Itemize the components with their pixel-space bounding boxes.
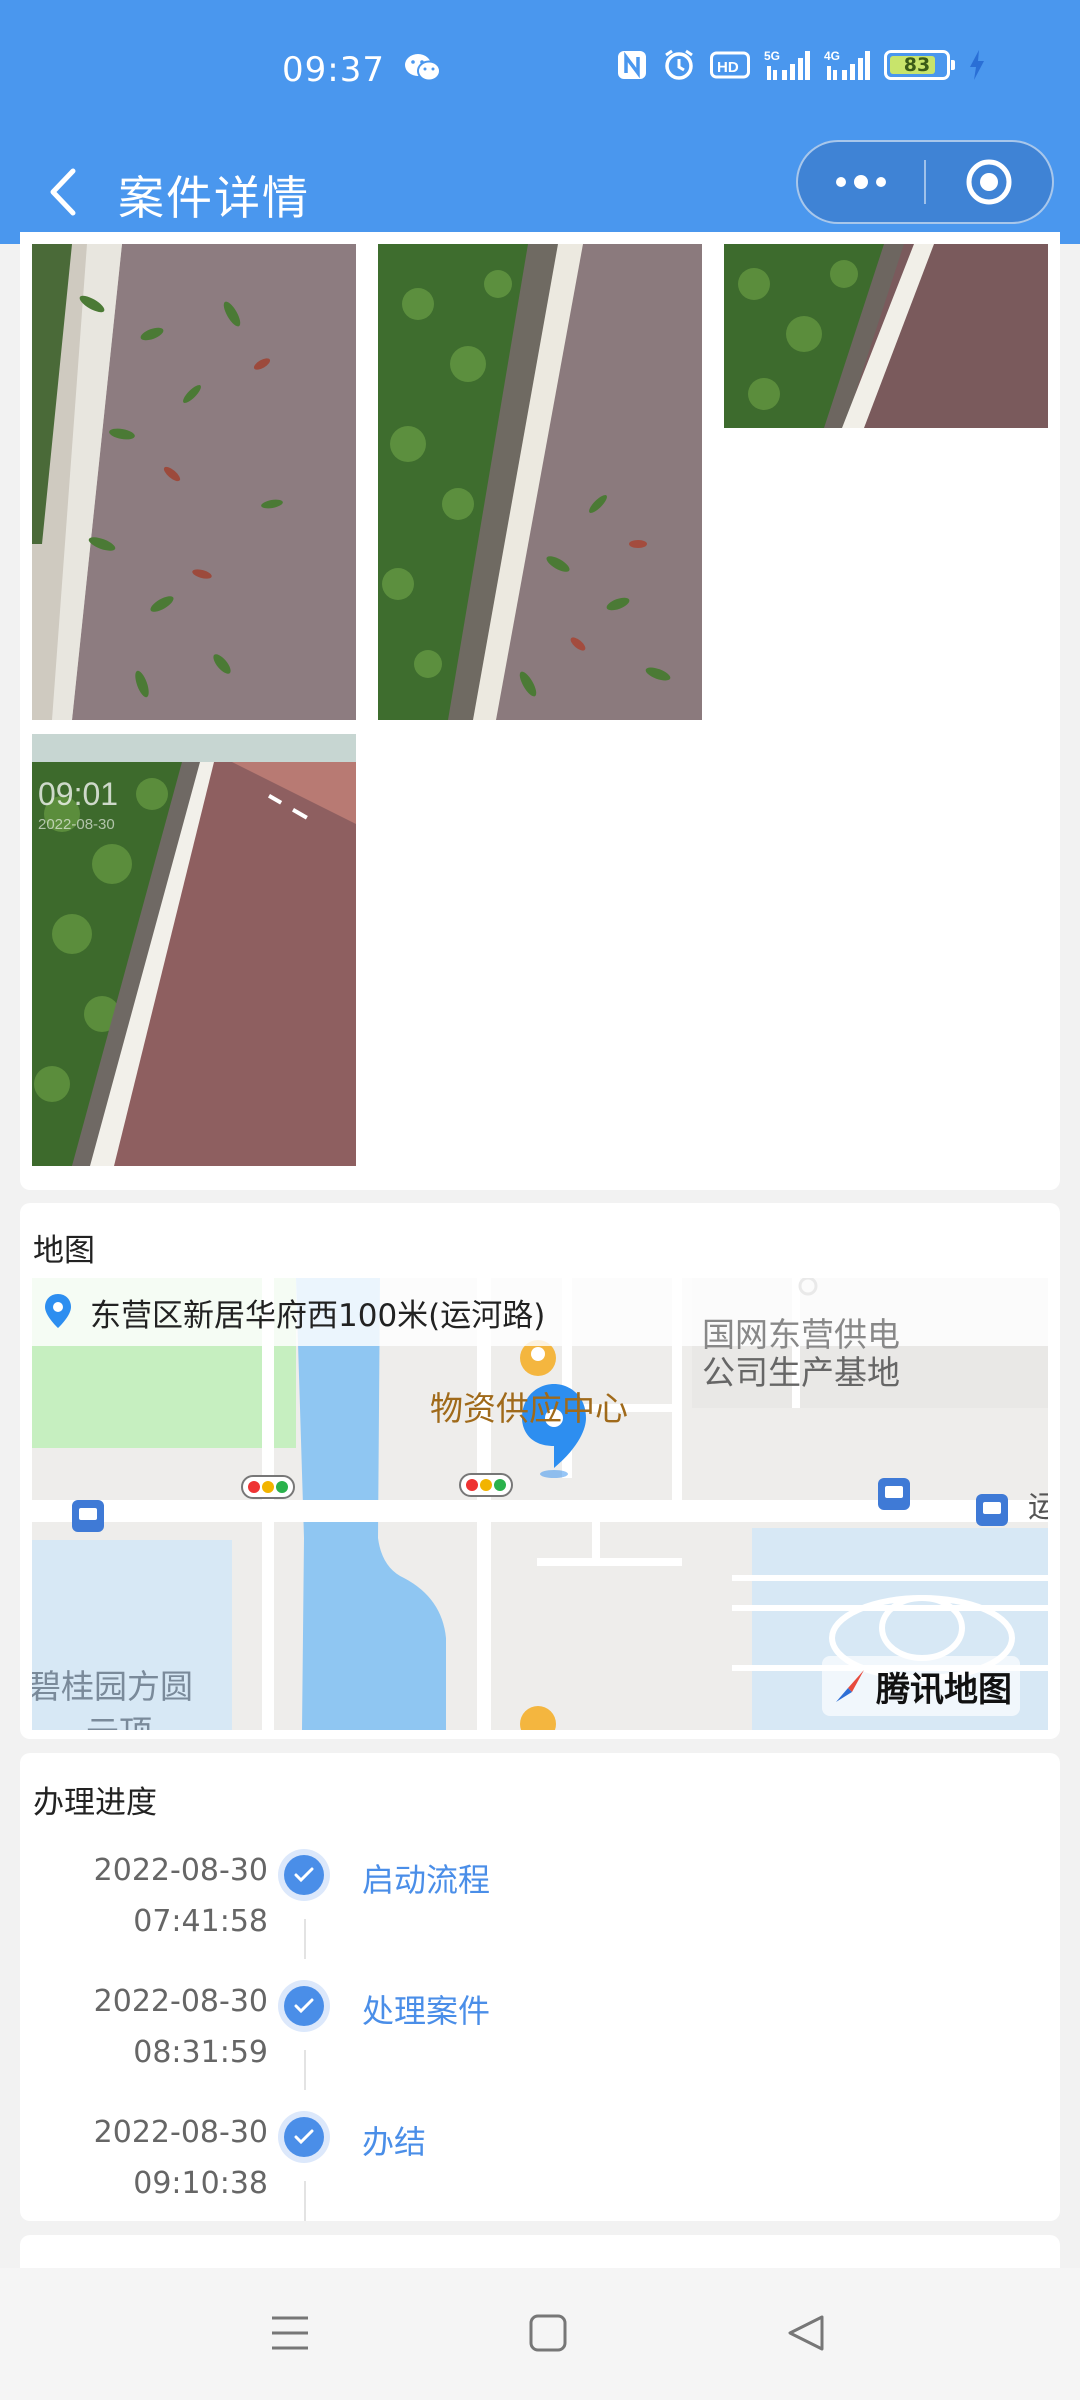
timeline-item: 2022-08-30 07:41:58 启动流程 bbox=[20, 1849, 1060, 1983]
hedge-path-image bbox=[724, 244, 1048, 428]
target-close-icon bbox=[966, 159, 1012, 205]
alarm-icon bbox=[662, 48, 696, 82]
photo-4[interactable]: 09:01 2022-08-30 bbox=[32, 734, 356, 1166]
signal-4g-icon: 4G bbox=[824, 48, 870, 82]
status-time: 09:37 bbox=[282, 50, 385, 90]
photo-stamp-time: 09:01 bbox=[38, 776, 119, 812]
check-circle-icon bbox=[278, 1849, 330, 1901]
timeline-connector bbox=[304, 1919, 306, 1959]
hd-icon: HD bbox=[710, 50, 750, 80]
battery-indicator: 83 bbox=[884, 50, 955, 80]
wechat-icon bbox=[404, 52, 442, 88]
map-address: 东营区新居华府西100米(运河路) bbox=[90, 1297, 546, 1334]
timeline-step-label[interactable]: 处理案件 bbox=[362, 1986, 490, 2032]
progress-section-title: 办理进度 bbox=[33, 1785, 157, 1821]
nav-bar: 案件详情 bbox=[0, 140, 1080, 244]
timeline-step-label[interactable]: 办结 bbox=[362, 2117, 426, 2163]
timeline-item: 2022-08-30 09:10:38 办结 bbox=[20, 2111, 1060, 2245]
compass-icon bbox=[836, 1670, 864, 1702]
menu-button[interactable] bbox=[250, 2298, 330, 2368]
timeline-time: 09:10:38 bbox=[133, 2166, 268, 2201]
timeline-date: 2022-08-30 bbox=[93, 1853, 268, 1888]
leaves-by-hedge-image bbox=[378, 244, 702, 720]
photo-2[interactable] bbox=[378, 244, 702, 720]
charging-bolt-icon bbox=[968, 49, 986, 81]
home-button[interactable] bbox=[508, 2298, 588, 2368]
nfc-icon bbox=[616, 49, 648, 81]
battery-level: 83 bbox=[903, 54, 931, 76]
system-nav-bar bbox=[0, 2268, 1080, 2400]
status-bar: 09:37 HD 5G 4G 83 bbox=[0, 0, 1080, 140]
photo-1[interactable] bbox=[32, 244, 356, 720]
map-label-edge-road: 运 bbox=[1028, 1490, 1048, 1525]
svg-text:HD: HD bbox=[717, 59, 739, 76]
progress-card: 办理进度 2022-08-30 07:41:58 启动流程 2022-08-30… bbox=[20, 1753, 1060, 2221]
map-provider: 腾讯地图 bbox=[876, 1669, 1012, 1710]
photo-3[interactable] bbox=[724, 244, 1048, 428]
menu-icon bbox=[272, 2316, 308, 2350]
timeline-time: 07:41:58 bbox=[133, 1904, 268, 1939]
photos-card: 09:01 2022-08-30 bbox=[20, 232, 1060, 1190]
map-card: 地图 东营区新居华府西100米(运河路) 物资供应中心 国网东营供电 公司生产基… bbox=[20, 1203, 1060, 1739]
map-label-grid-company-2: 公司生产基地 bbox=[702, 1353, 900, 1392]
close-button[interactable] bbox=[926, 142, 1052, 222]
map-label-supply-center: 物资供应中心 bbox=[430, 1389, 628, 1428]
home-square-icon bbox=[529, 2314, 567, 2352]
timeline-date: 2022-08-30 bbox=[93, 2115, 268, 2150]
system-back-button[interactable] bbox=[766, 2298, 846, 2368]
map-section-title: 地图 bbox=[33, 1233, 95, 1269]
timeline-item: 2022-08-30 08:31:59 处理案件 bbox=[20, 1980, 1060, 2114]
timeline-connector bbox=[304, 2050, 306, 2090]
timeline-date: 2022-08-30 bbox=[93, 1984, 268, 2019]
map-view[interactable]: 东营区新居华府西100米(运河路) 物资供应中心 国网东营供电 公司生产基地 碧… bbox=[32, 1278, 1048, 1730]
page-title: 案件详情 bbox=[118, 171, 310, 225]
more-dots-icon bbox=[836, 175, 886, 189]
network-5g-label: 5G bbox=[764, 49, 780, 63]
timeline-step-label[interactable]: 启动流程 bbox=[362, 1855, 490, 1901]
signal-5g-icon: 5G bbox=[764, 48, 810, 82]
map-label-garden-1: 碧桂园方圆 bbox=[32, 1667, 193, 1706]
check-circle-icon bbox=[278, 2111, 330, 2163]
timeline-connector bbox=[304, 2181, 306, 2221]
more-button[interactable] bbox=[798, 142, 924, 222]
location-pin-icon bbox=[45, 1294, 71, 1328]
timeline-time: 08:31:59 bbox=[133, 2035, 268, 2070]
svg-text:4G: 4G bbox=[824, 49, 840, 63]
back-button[interactable] bbox=[34, 154, 90, 230]
map-label-garden-2: 云顶 bbox=[86, 1706, 152, 1730]
tencent-map-logo: 腾讯地图 bbox=[822, 1656, 1020, 1716]
chevron-left-icon bbox=[50, 168, 76, 216]
status-icons: HD 5G 4G 83 bbox=[616, 48, 986, 82]
photo-stamp-date: 2022-08-30 bbox=[38, 816, 115, 833]
back-triangle-icon bbox=[788, 2315, 824, 2351]
check-circle-icon bbox=[278, 1980, 330, 2032]
leaves-on-path-image bbox=[32, 244, 356, 720]
mini-program-capsule bbox=[796, 140, 1054, 224]
